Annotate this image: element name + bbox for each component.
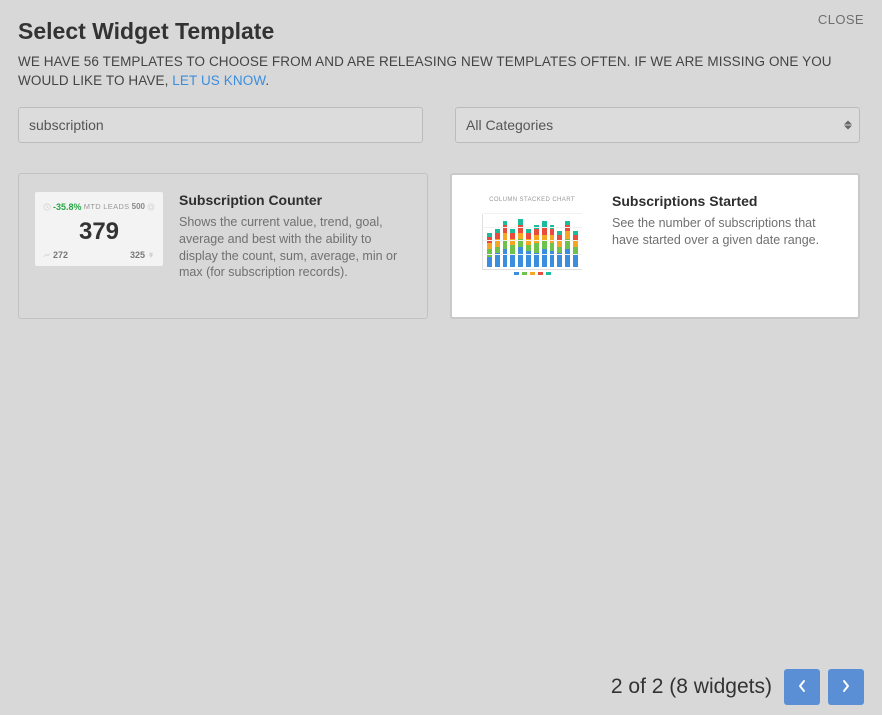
search-input[interactable] xyxy=(18,107,423,143)
counter-pct: -35.8% xyxy=(53,202,82,212)
chart-bar xyxy=(487,233,492,267)
target-icon xyxy=(147,203,155,211)
chart-bar xyxy=(534,225,539,267)
chevron-right-icon xyxy=(841,679,851,696)
subtitle-text: WE HAVE 56 TEMPLATES TO CHOOSE FROM AND … xyxy=(18,54,832,88)
chart-thumb-title: COLUMN STACKED CHART xyxy=(482,197,582,203)
counter-goal: 500 xyxy=(132,202,145,211)
card-description: See the number of subscriptions that hav… xyxy=(612,215,842,249)
clock-icon xyxy=(43,203,51,211)
chevron-left-icon xyxy=(797,679,807,696)
chart-bar xyxy=(495,229,500,267)
chart-thumb-subtitle xyxy=(482,205,582,211)
chart-bar xyxy=(526,229,531,267)
chart-bar xyxy=(557,231,562,267)
counter-best: 325 xyxy=(130,250,145,260)
subtitle-text-end: . xyxy=(265,73,269,88)
chart-bar xyxy=(503,221,508,267)
pagination-status: 2 of 2 (8 widgets) xyxy=(611,675,772,699)
chart-bar xyxy=(550,225,555,267)
template-card-subscription-counter[interactable]: -35.8% MTD LEADS 500 379 xyxy=(18,173,428,319)
close-button[interactable]: CLOSE xyxy=(818,12,864,27)
card-description: Shows the current value, trend, goal, av… xyxy=(179,214,411,282)
counter-main-value: 379 xyxy=(43,218,155,246)
next-page-button[interactable] xyxy=(828,669,864,705)
counter-preview: -35.8% MTD LEADS 500 379 xyxy=(35,192,163,266)
modal-subtitle: WE HAVE 56 TEMPLATES TO CHOOSE FROM AND … xyxy=(18,53,864,91)
chart-bar xyxy=(542,221,547,267)
category-select[interactable]: All Categories xyxy=(455,107,860,143)
modal-title: Select Widget Template xyxy=(18,18,864,45)
counter-label: MTD LEADS xyxy=(84,202,130,211)
chart-bar xyxy=(510,229,515,267)
card-title: Subscriptions Started xyxy=(612,193,842,209)
card-thumbnail: -35.8% MTD LEADS 500 379 xyxy=(35,192,163,300)
counter-avg: 272 xyxy=(53,250,68,260)
template-card-subscriptions-started[interactable]: COLUMN STACKED CHART xyxy=(450,173,860,319)
let-us-know-link[interactable]: LET US KNOW xyxy=(172,73,265,88)
card-title: Subscription Counter xyxy=(179,192,411,208)
trend-icon xyxy=(43,251,51,259)
stacked-chart-preview: COLUMN STACKED CHART xyxy=(478,193,586,277)
card-thumbnail: COLUMN STACKED CHART xyxy=(468,193,596,299)
chart-bar xyxy=(565,221,570,267)
trophy-icon xyxy=(147,251,155,259)
prev-page-button[interactable] xyxy=(784,669,820,705)
chart-bar xyxy=(573,231,578,267)
chart-legend xyxy=(482,272,582,275)
